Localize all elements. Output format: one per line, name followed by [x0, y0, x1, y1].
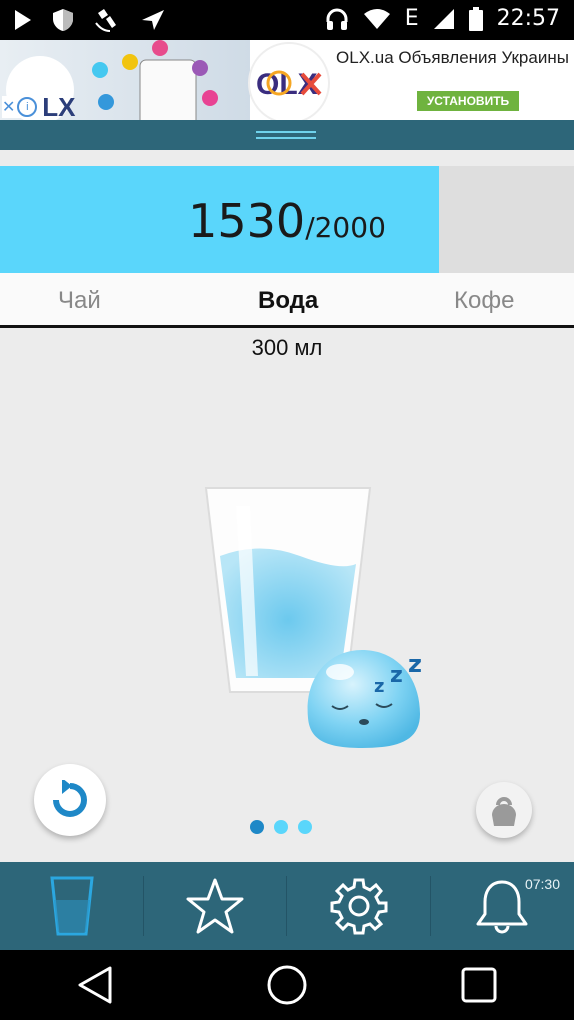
shield-icon [53, 9, 73, 31]
location-arrow-icon [142, 10, 164, 30]
system-nav-bar [0, 950, 574, 1020]
page-dot [274, 820, 288, 834]
drink-volume: 300 мл [251, 335, 323, 360]
svg-text:z: z [374, 676, 384, 697]
page-indicator [250, 820, 312, 834]
nav-water[interactable] [0, 862, 144, 950]
nav-favorites[interactable] [144, 862, 287, 950]
svg-text:z: z [408, 650, 422, 678]
weight-button[interactable] [476, 782, 532, 838]
progress-text: 1530/2000 [0, 194, 574, 248]
tab-coffee[interactable]: Кофе [454, 287, 514, 315]
clock: 22:57 [496, 6, 560, 31]
back-icon[interactable] [77, 965, 113, 1005]
water-glass-button[interactable]: z z z [200, 486, 440, 756]
recents-icon[interactable] [461, 967, 497, 1003]
page-dot [298, 820, 312, 834]
network-type: E [404, 6, 419, 31]
daily-progress-bar: 1530/2000 [0, 166, 574, 273]
tab-tea[interactable]: Чай [58, 287, 101, 315]
ad-title[interactable]: OLX.ua Объявления Украины [335, 48, 570, 68]
wifi-icon [363, 8, 390, 29]
ad-choices[interactable]: ✕ i [2, 96, 44, 118]
battery-icon [468, 6, 483, 31]
ad-banner[interactable]: OLX OLX OLX.ua Объявления Украины УСТАНО… [0, 40, 574, 120]
cell-signal-icon [433, 8, 454, 29]
drag-handle-icon[interactable] [256, 127, 316, 143]
bell-icon [476, 880, 528, 934]
svg-text:z: z [390, 663, 403, 688]
progress-current: 1530 [188, 194, 306, 248]
undo-button[interactable] [34, 764, 106, 836]
gear-icon [330, 878, 388, 935]
nav-settings[interactable] [287, 862, 431, 950]
drink-type-tabs: Чай Вода Кофе [0, 273, 574, 328]
home-icon[interactable] [266, 964, 308, 1006]
close-icon[interactable]: ✕ [2, 97, 15, 117]
bottom-nav: 07:30 [0, 862, 574, 950]
progress-goal: /2000 [305, 211, 386, 244]
glass-icon [50, 876, 94, 936]
headphones-icon [326, 8, 348, 30]
kettlebell-icon [492, 797, 516, 826]
reminder-time: 07:30 [524, 876, 560, 892]
satellite-icon [95, 9, 116, 32]
olx-logo[interactable]: OLX [248, 42, 330, 120]
star-icon [186, 878, 244, 934]
page-dot [250, 820, 264, 834]
status-bar: E 22:57 [0, 0, 574, 40]
nav-reminders[interactable]: 07:30 [431, 862, 574, 950]
undo-icon [53, 780, 87, 817]
info-icon[interactable]: i [17, 97, 38, 117]
tab-water[interactable]: Вода [258, 287, 318, 315]
play-icon [15, 10, 31, 30]
install-button[interactable]: УСТАНОВИТЬ [417, 91, 519, 111]
